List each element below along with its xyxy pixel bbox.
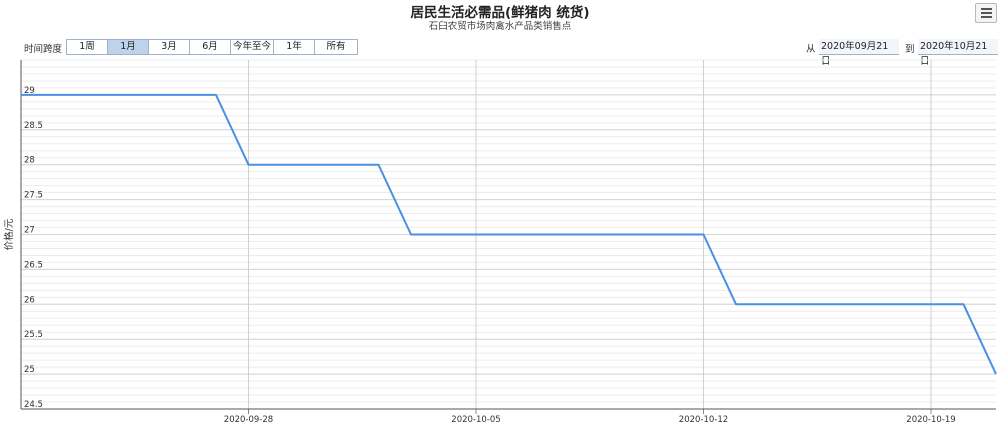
y-tick-label: 28.5 [24,121,43,131]
y-axis-label: 价格/元 [3,218,15,250]
y-tick-label: 27.5 [24,191,43,201]
x-tick-label: 2020-10-12 [679,415,728,425]
y-tick-label: 28 [24,156,35,166]
y-tick-label: 26.5 [24,260,43,270]
line-chart: 24.52525.52626.52727.52828.5292020-09-28… [3,59,997,425]
y-tick-label: 27 [24,226,35,236]
y-tick-label: 26 [24,295,35,305]
y-tick-label: 25.5 [24,330,43,340]
x-tick-label: 2020-09-28 [224,415,273,425]
x-tick-label: 2020-10-05 [451,415,500,425]
y-tick-label: 25 [24,365,35,375]
x-tick-label: 2020-10-19 [906,415,955,425]
